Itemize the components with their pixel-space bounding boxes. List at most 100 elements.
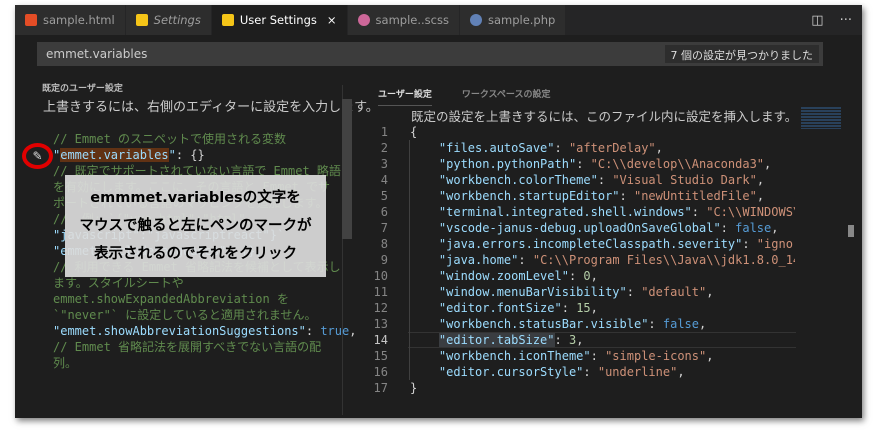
line-number: 11 (373, 285, 388, 299)
search-value: emmet.variables (46, 47, 148, 61)
comma: , (699, 317, 707, 331)
editor-window: sample.html Settings User Settings × sample.… (15, 5, 862, 418)
comma: , (706, 349, 714, 363)
comma: , (590, 269, 598, 283)
setting-key: "editor.fontSize" (438, 301, 562, 315)
comma: , (756, 189, 765, 203)
user-settings-pane: ユーザー設定 ワークスペースの設定 既定の設定を上書きするには、このファイル内に… (358, 75, 862, 418)
colon: : (554, 333, 569, 347)
setting-line: "workbench.startupEditor": "newUntitledF… (410, 188, 795, 204)
setting-line: "terminal.integrated.shell.windows": "C:… (410, 204, 795, 220)
setting-line: "workbench.statusBar.visible": false, (410, 316, 795, 332)
tab-settings[interactable]: Settings (125, 5, 212, 35)
tab-label: Settings (153, 13, 201, 27)
code-line: ます。スタイルシートや (53, 276, 184, 290)
setting-line: "vscode-janus-debug.uploadOnSaveGlobal":… (410, 220, 795, 236)
sass-icon (357, 14, 370, 26)
editor-actions: ◫ ··· (811, 5, 852, 35)
setting-line: "files.autoSave": "afterDelay", (410, 140, 795, 156)
comma: , (576, 333, 584, 347)
setting-key: "editor.tabSize" (438, 333, 555, 347)
user-settings-editor[interactable]: { "files.autoSave": "afterDelay", "pytho… (410, 124, 795, 396)
colon: : (518, 253, 533, 267)
annotation-line: 表示されるのでそれをクリック (94, 246, 297, 262)
setting-line: "python.pythonPath": "C:\\develop\\Anaco… (410, 156, 795, 172)
setting-value: "simple-icons" (605, 349, 707, 363)
colon: : (576, 157, 591, 171)
colon: : (568, 269, 584, 283)
line-number: 12 (373, 301, 388, 315)
comma: , (677, 365, 685, 379)
minimap[interactable] (801, 107, 841, 129)
pane-description: 既定の設定を上書きするには、このファイル内に設定を挿入します。 (411, 109, 798, 124)
tab-user-settings[interactable]: ユーザー設定 (378, 87, 432, 106)
line-number: 4 (380, 173, 388, 187)
edit-pen-icon[interactable]: ✎ (22, 143, 53, 169)
colon: : (742, 237, 757, 251)
setting-value: false (662, 317, 699, 331)
line-number: 7 (380, 221, 388, 235)
setting-key: "workbench.startupEditor" (438, 189, 620, 203)
colon: : (583, 365, 598, 379)
annotation-callout: emmmet.variablesの文字を マウスで触ると左にペンのマークが 表示… (65, 175, 326, 277)
close-icon[interactable]: × (327, 13, 337, 27)
setting-value: "C:\\develop\\Anaconda3" (590, 157, 765, 171)
setting-key: "terminal.integrated.shell.windows" (438, 205, 692, 219)
line-number: 5 (380, 189, 388, 203)
setting-line: "editor.fontSize": 15, (410, 300, 795, 316)
setting-value: "ignore" (756, 237, 795, 251)
setting-line: "workbench.colorTheme": "Visual Studio D… (410, 172, 795, 188)
setting-key: "editor.cursorStyle" (438, 365, 584, 379)
setting-value: false (735, 221, 772, 235)
setting-key: "python.pythonPath" (438, 157, 577, 171)
line-number: 6 (380, 205, 388, 219)
setting-line: "java.home": "C:\\Program Files\\Java\\j… (410, 252, 795, 268)
more-actions-icon[interactable]: ··· (840, 13, 852, 28)
line-number: 9 (380, 253, 388, 267)
colon: : (561, 301, 577, 315)
pane-description: 上書きするには、右側のエディターに設定を入力します。 (43, 100, 379, 115)
setting-value: "underline" (597, 365, 678, 379)
code-line: "emmet.variables": {} (53, 148, 205, 162)
setting-key: "workbench.statusBar.visible" (438, 317, 649, 331)
setting-key: "java.home" (438, 253, 519, 267)
line-number: 17 (373, 381, 388, 395)
line-number: 2 (380, 141, 388, 155)
setting-key: "files.autoSave" (438, 141, 555, 155)
split-editor-icon[interactable]: ◫ (811, 13, 823, 28)
setting-value: "C:\\Program Files\\Java\\jdk1.8.0_144" (532, 253, 795, 267)
code-line: { (410, 125, 418, 139)
setting-key: "java.errors.incompleteClasspath.severit… (438, 237, 743, 251)
line-number: 13 (373, 317, 388, 331)
comma: , (590, 301, 598, 315)
json-icon (135, 14, 148, 26)
settings-search-input[interactable]: emmet.variables 7 個の設定が見つかりました (37, 42, 823, 66)
setting-value: "default" (641, 285, 707, 299)
setting-value: "C:\\WINDOWS\\Syst (706, 205, 795, 219)
setting-line: "window.zoomLevel": 0, (410, 268, 795, 284)
comma: , (764, 157, 772, 171)
setting-value: "Visual Studio Dark" (612, 173, 757, 187)
tab-sample-scss[interactable]: sample..scss (347, 5, 460, 35)
setting-key: "workbench.iconTheme" (438, 349, 591, 363)
colon: : (648, 317, 663, 331)
setting-key: "workbench.colorTheme" (438, 173, 598, 187)
colon: : (590, 349, 606, 363)
tab-workspace-settings[interactable]: ワークスペースの設定 (462, 87, 551, 106)
comma: , (756, 173, 765, 187)
tab-user-settings[interactable]: User Settings × (211, 5, 348, 35)
setting-line: "editor.cursorStyle": "underline", (410, 364, 795, 380)
setting-line: "java.errors.incompleteClasspath.severit… (410, 236, 795, 252)
annotation-line: マウスで触ると左にペンのマークが (79, 218, 312, 234)
tab-sample-html[interactable]: sample.html (15, 5, 126, 35)
code-line: "emmet.showAbbreviationSuggestions": tru… (53, 324, 357, 338)
setting-line: "window.menuBarVisibility": "default", (410, 284, 795, 300)
tab-label: sample.php (487, 13, 556, 27)
line-numbers: 1 2 3 4 5 6 7 8 9 10 11 12 13 14 15 16 17 (358, 124, 388, 396)
pane-header: 既定のユーザー設定 (42, 84, 123, 94)
tab-sample-php[interactable]: sample.php (459, 5, 567, 35)
editor-scrollbar[interactable] (848, 225, 854, 237)
colon: : (626, 285, 642, 299)
setting-key: "vscode-janus-debug.uploadOnSaveGlobal" (438, 221, 721, 235)
php-icon (469, 14, 482, 26)
